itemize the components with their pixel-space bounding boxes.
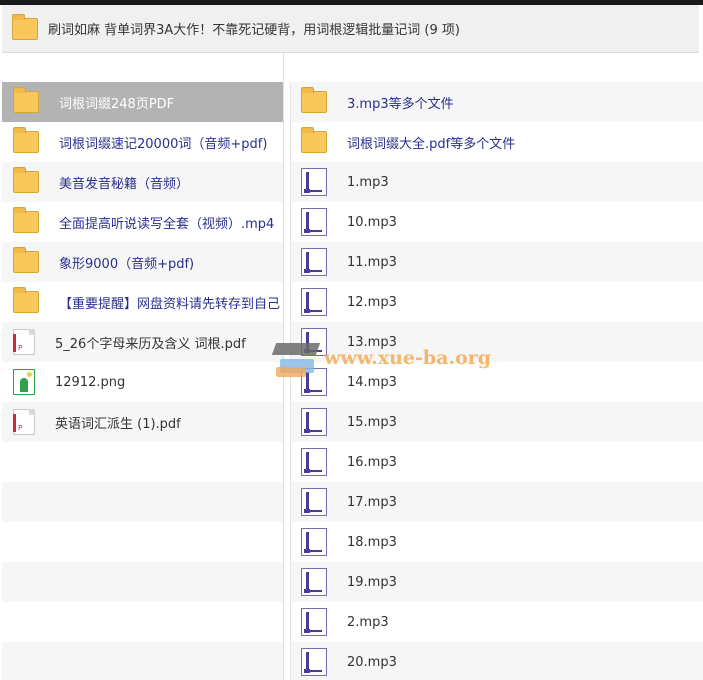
folder-list-item[interactable]: 3.mp3等多个文件 bbox=[291, 82, 703, 122]
item-name: 全面提高听说读写全套（视频）.mp4 bbox=[59, 216, 275, 232]
file-list-item[interactable]: 1.mp3 bbox=[291, 162, 703, 202]
folder-list-item[interactable]: 词根词缀248页PDF bbox=[2, 82, 283, 122]
folder-list-item[interactable]: 词根词缀大全.pdf等多个文件 bbox=[291, 122, 703, 162]
item-name: 美音发音秘籍（音频） bbox=[59, 176, 190, 192]
audio-file-icon bbox=[301, 168, 327, 196]
item-name: 2.mp3 bbox=[347, 614, 389, 630]
item-name: 英语词汇派生 (1).pdf bbox=[55, 416, 181, 432]
audio-file-icon bbox=[301, 408, 327, 436]
file-list-item[interactable]: 18.mp3 bbox=[291, 522, 703, 562]
item-name: 18.mp3 bbox=[347, 534, 397, 550]
empty-row bbox=[2, 642, 283, 680]
item-name: 3.mp3等多个文件 bbox=[347, 96, 454, 112]
folder-list-item[interactable]: 词根词缀速记20000词（音频+pdf) bbox=[2, 122, 283, 162]
file-list-item[interactable]: 12.mp3 bbox=[291, 282, 703, 322]
item-name: 10.mp3 bbox=[347, 214, 397, 230]
pane-divider[interactable] bbox=[283, 53, 284, 680]
pdf-file-icon: P bbox=[13, 329, 35, 355]
folder-icon bbox=[13, 167, 39, 193]
image-file-icon bbox=[13, 369, 35, 395]
item-name: 12912.png bbox=[55, 374, 126, 390]
empty-row bbox=[2, 602, 283, 642]
folder-icon bbox=[13, 247, 39, 273]
folder-icon bbox=[301, 127, 327, 153]
empty-row bbox=[2, 482, 283, 522]
folder-list-item[interactable]: 美音发音秘籍（音频） bbox=[2, 162, 283, 202]
file-list-item[interactable]: 14.mp3 bbox=[291, 362, 703, 402]
item-name: 5_26个字母来历及含义 词根.pdf bbox=[55, 336, 246, 352]
empty-row bbox=[2, 562, 283, 602]
folder-list-item[interactable]: 全面提高听说读写全套（视频）.mp4 bbox=[2, 202, 283, 242]
file-list-item[interactable]: P 5_26个字母来历及含义 词根.pdf bbox=[2, 322, 283, 362]
item-name: 11.mp3 bbox=[347, 254, 397, 270]
audio-file-icon bbox=[301, 248, 327, 276]
audio-file-icon bbox=[301, 208, 327, 236]
file-list-item[interactable]: 10.mp3 bbox=[291, 202, 703, 242]
item-name: 14.mp3 bbox=[347, 374, 397, 390]
empty-row bbox=[2, 442, 283, 482]
file-list-item[interactable]: 16.mp3 bbox=[291, 442, 703, 482]
audio-file-icon bbox=[301, 448, 327, 476]
file-list-item[interactable]: 2.mp3 bbox=[291, 602, 703, 642]
audio-file-icon bbox=[301, 288, 327, 316]
folder-icon bbox=[13, 287, 39, 313]
item-name: 词根词缀速记20000词（音频+pdf) bbox=[59, 136, 268, 152]
audio-file-icon bbox=[301, 488, 327, 516]
item-name: 12.mp3 bbox=[347, 294, 397, 310]
folder-icon bbox=[13, 127, 39, 153]
item-name: 16.mp3 bbox=[347, 454, 397, 470]
audio-file-icon bbox=[301, 608, 327, 636]
file-list-item[interactable]: 19.mp3 bbox=[291, 562, 703, 602]
folder-icon bbox=[12, 13, 38, 40]
file-list-item[interactable]: 11.mp3 bbox=[291, 242, 703, 282]
file-list-item[interactable]: 20.mp3 bbox=[291, 642, 703, 680]
audio-file-icon bbox=[301, 528, 327, 556]
item-name: 词根词缀248页PDF bbox=[59, 96, 175, 112]
right-file-list: 3.mp3等多个文件词根词缀大全.pdf等多个文件 1.mp3 10.mp3 11.m… bbox=[290, 82, 703, 680]
item-name: 【重要提醒】网盘资料请先转存到自己 bbox=[59, 296, 281, 312]
folder-icon bbox=[13, 87, 39, 113]
folder-icon bbox=[301, 87, 327, 113]
pdf-file-icon: P bbox=[13, 409, 35, 435]
window-title: 刷词如麻 背单词界3A大作！不靠死记硬背，用词根逻辑批量记词 (9 项) bbox=[48, 23, 460, 38]
title-bar: 刷词如麻 背单词界3A大作！不靠死记硬背，用词根逻辑批量记词 (9 项) bbox=[2, 5, 699, 53]
audio-file-icon bbox=[301, 328, 327, 356]
file-list-item[interactable]: 12912.png bbox=[2, 362, 283, 402]
audio-file-icon bbox=[301, 368, 327, 396]
item-name: 13.mp3 bbox=[347, 334, 397, 350]
item-name: 17.mp3 bbox=[347, 494, 397, 510]
item-name: 19.mp3 bbox=[347, 574, 397, 590]
file-list-item[interactable]: P 英语词汇派生 (1).pdf bbox=[2, 402, 283, 442]
item-name: 1.mp3 bbox=[347, 174, 389, 190]
empty-row bbox=[2, 522, 283, 562]
file-list-item[interactable]: 13.mp3 bbox=[291, 322, 703, 362]
folder-list-item[interactable]: 【重要提醒】网盘资料请先转存到自己 bbox=[2, 282, 283, 322]
audio-file-icon bbox=[301, 568, 327, 596]
item-name: 20.mp3 bbox=[347, 654, 397, 670]
item-name: 词根词缀大全.pdf等多个文件 bbox=[347, 136, 516, 152]
file-list-item[interactable]: 17.mp3 bbox=[291, 482, 703, 522]
folder-icon bbox=[13, 207, 39, 233]
audio-file-icon bbox=[301, 648, 327, 676]
folder-list-item[interactable]: 象形9000（音频+pdf) bbox=[2, 242, 283, 282]
file-list-item[interactable]: 15.mp3 bbox=[291, 402, 703, 442]
left-file-list: 词根词缀248页PDF 词根词缀速记20000词（音频+pdf) 美音发音秘籍（音频… bbox=[2, 82, 283, 680]
item-name: 15.mp3 bbox=[347, 414, 397, 430]
item-name: 象形9000（音频+pdf) bbox=[59, 256, 195, 272]
